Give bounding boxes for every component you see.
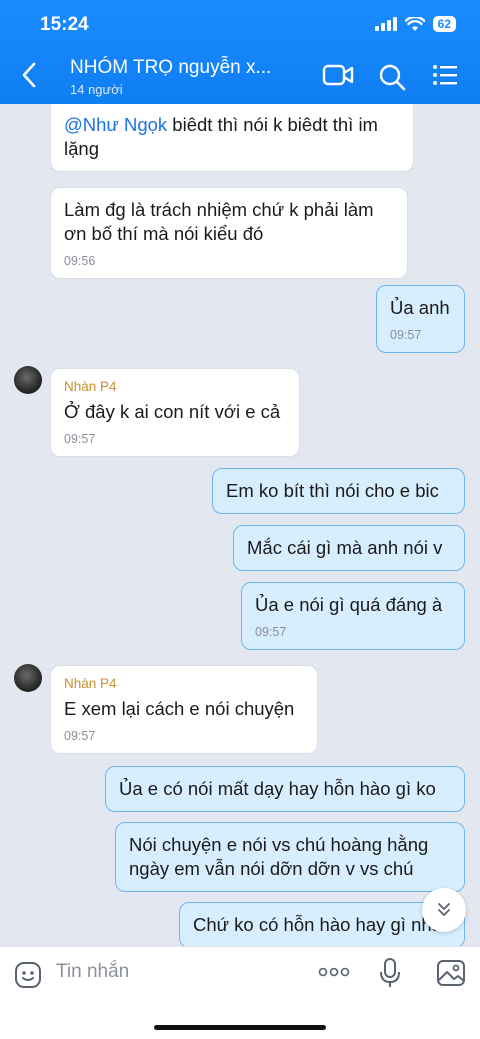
message-outgoing[interactable]: Ủa e nói gì quá đáng à 09:57 <box>241 582 465 650</box>
message-text: Ủa e có nói mất dạy hay hỗn hào gì ko <box>119 778 436 799</box>
message-text: Nói chuyện e nói vs chú hoàng hằng ngày … <box>129 834 429 879</box>
home-indicator <box>154 1025 326 1030</box>
message-time: 09:57 <box>64 729 96 743</box>
message-list[interactable]: @Như Ngọk biêdt thì nói k biêdt thì im l… <box>0 104 480 946</box>
message-incoming[interactable]: @Như Ngọk biêdt thì nói k biêdt thì im l… <box>50 104 414 172</box>
sender-name[interactable]: Nhàn P4 <box>64 379 286 395</box>
message-text: Em ko bít thì nói cho e bic <box>226 480 439 501</box>
message-text: Chứ ko có hỗn hào hay gì nha <box>193 914 442 935</box>
message-time: 09:57 <box>64 432 96 446</box>
list-menu-icon[interactable] <box>432 63 458 87</box>
video-call-icon[interactable] <box>322 63 354 87</box>
message-composer: Tin nhắn <box>0 946 480 1039</box>
chevron-left-icon[interactable] <box>22 62 36 88</box>
message-outgoing[interactable]: Ủa e có nói mất dạy hay hỗn hào gì ko <box>105 766 465 812</box>
message-incoming[interactable]: Nhàn P4 E xem lại cách e nói chuyện 09:5… <box>50 665 318 754</box>
message-outgoing[interactable]: Nói chuyện e nói vs chú hoàng hằng ngày … <box>115 822 465 892</box>
member-count: 14 người <box>70 82 123 97</box>
message-input[interactable]: Tin nhắn <box>56 961 129 983</box>
chat-header: 15:24 62 NHÓM TRỌ nguyễn x... 14 người <box>0 0 480 104</box>
signal-icon <box>374 17 397 31</box>
emoji-icon[interactable] <box>14 961 42 989</box>
message-incoming[interactable]: Làm đg là trách nhiệm chứ k phải làm ơn … <box>50 187 408 279</box>
message-outgoing[interactable]: Em ko bít thì nói cho e bic <box>212 468 465 514</box>
message-text: Mắc cái gì mà anh nói v <box>247 537 443 558</box>
message-text: E xem lại cách e nói chuyện <box>64 698 295 719</box>
mention[interactable]: @Như Ngọk <box>64 114 167 135</box>
more-dots-icon[interactable] <box>318 967 350 977</box>
message-text: Ủa anh <box>390 297 450 318</box>
wifi-icon <box>404 16 425 31</box>
image-icon[interactable] <box>436 959 466 987</box>
status-time: 15:24 <box>40 14 89 35</box>
message-text: Làm đg là trách nhiệm chứ k phải làm ơn … <box>64 199 374 244</box>
search-icon[interactable] <box>378 63 406 91</box>
chevron-double-down-icon <box>438 903 450 917</box>
avatar[interactable] <box>14 366 42 394</box>
message-text: Ủa e nói gì quá đáng à <box>255 594 443 615</box>
status-icons: 62 <box>374 16 456 32</box>
battery-indicator: 62 <box>432 16 456 32</box>
message-incoming[interactable]: Nhàn P4 Ở đây k ai con nít với e cả 09:5… <box>50 368 300 457</box>
message-outgoing[interactable]: Mắc cái gì mà anh nói v <box>233 525 465 571</box>
message-outgoing[interactable]: Ủa anh 09:57 <box>376 285 465 353</box>
chat-title[interactable]: NHÓM TRỌ nguyễn x... <box>70 57 271 79</box>
message-time: 09:56 <box>64 254 96 268</box>
microphone-icon[interactable] <box>380 958 400 988</box>
message-time: 09:57 <box>255 625 287 639</box>
avatar[interactable] <box>14 664 42 692</box>
message-time: 09:57 <box>390 328 422 342</box>
message-text: Ở đây k ai con nít với e cả <box>64 401 281 422</box>
sender-name[interactable]: Nhàn P4 <box>64 676 304 692</box>
scroll-to-bottom-button[interactable] <box>422 888 466 932</box>
